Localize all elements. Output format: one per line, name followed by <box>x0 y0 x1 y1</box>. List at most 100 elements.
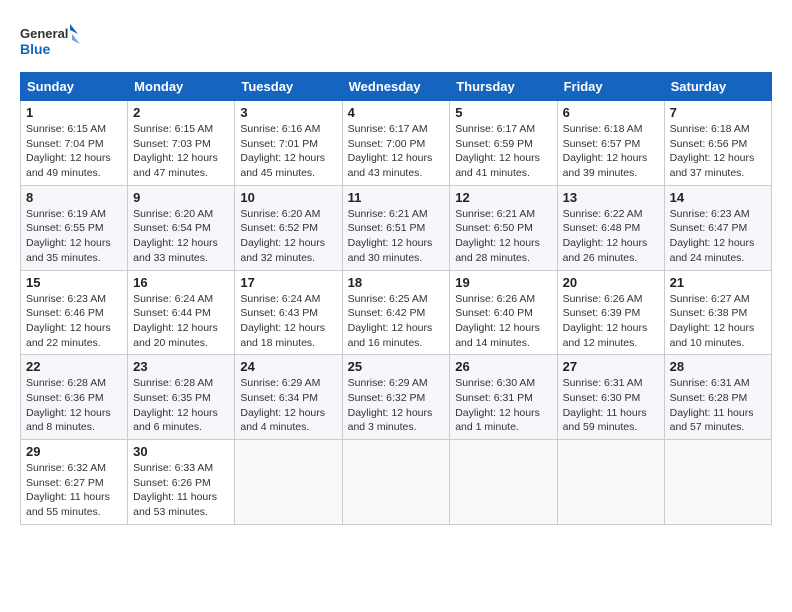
day-number: 21 <box>670 275 766 290</box>
calendar-cell: 18 Sunrise: 6:25 AMSunset: 6:42 PMDayligh… <box>342 270 450 355</box>
day-info: Sunrise: 6:17 AMSunset: 6:59 PMDaylight:… <box>455 122 551 181</box>
day-info: Sunrise: 6:27 AMSunset: 6:38 PMDaylight:… <box>670 292 766 351</box>
weekday-cell: Wednesday <box>342 73 450 101</box>
day-number: 25 <box>348 359 445 374</box>
svg-text:Blue: Blue <box>20 41 51 57</box>
weekday-cell: Friday <box>557 73 664 101</box>
day-info: Sunrise: 6:26 AMSunset: 6:40 PMDaylight:… <box>455 292 551 351</box>
calendar-cell: 5 Sunrise: 6:17 AMSunset: 6:59 PMDaylight… <box>450 101 557 186</box>
calendar-cell: 21 Sunrise: 6:27 AMSunset: 6:38 PMDayligh… <box>664 270 771 355</box>
day-number: 15 <box>26 275 122 290</box>
day-info: Sunrise: 6:19 AMSunset: 6:55 PMDaylight:… <box>26 207 122 266</box>
calendar-cell <box>557 440 664 525</box>
calendar-cell: 19 Sunrise: 6:26 AMSunset: 6:40 PMDayligh… <box>450 270 557 355</box>
weekday-header: SundayMondayTuesdayWednesdayThursdayFrid… <box>21 73 772 101</box>
calendar-cell: 17 Sunrise: 6:24 AMSunset: 6:43 PMDayligh… <box>235 270 342 355</box>
day-info: Sunrise: 6:15 AMSunset: 7:04 PMDaylight:… <box>26 122 122 181</box>
day-number: 19 <box>455 275 551 290</box>
calendar-cell: 6Sunrise: 6:18 AMSunset: 6:57 PMDaylight… <box>557 101 664 186</box>
calendar-cell: 3 Sunrise: 6:16 AMSunset: 7:01 PMDaylight… <box>235 101 342 186</box>
day-number: 20 <box>563 275 659 290</box>
day-info: Sunrise: 6:29 AMSunset: 6:34 PMDaylight:… <box>240 376 336 435</box>
day-info: Sunrise: 6:18 AMSunset: 6:56 PMDaylight:… <box>670 122 766 181</box>
calendar-week-row: 22 Sunrise: 6:28 AMSunset: 6:36 PMDayligh… <box>21 355 772 440</box>
calendar-cell <box>450 440 557 525</box>
day-number: 5 <box>455 105 551 120</box>
calendar-cell: 25 Sunrise: 6:29 AMSunset: 6:32 PMDayligh… <box>342 355 450 440</box>
day-info: Sunrise: 6:33 AMSunset: 6:26 PMDaylight:… <box>133 461 229 520</box>
calendar-cell: 30 Sunrise: 6:33 AMSunset: 6:26 PMDayligh… <box>128 440 235 525</box>
svg-text:General: General <box>20 26 68 41</box>
day-info: Sunrise: 6:21 AMSunset: 6:51 PMDaylight:… <box>348 207 445 266</box>
day-number: 26 <box>455 359 551 374</box>
logo: General Blue <box>20 20 80 64</box>
calendar-cell: 27Sunrise: 6:31 AMSunset: 6:30 PMDayligh… <box>557 355 664 440</box>
day-info: Sunrise: 6:15 AMSunset: 7:03 PMDaylight:… <box>133 122 229 181</box>
calendar-cell: 7 Sunrise: 6:18 AMSunset: 6:56 PMDaylight… <box>664 101 771 186</box>
calendar-cell: 20Sunrise: 6:26 AMSunset: 6:39 PMDayligh… <box>557 270 664 355</box>
day-info: Sunrise: 6:31 AMSunset: 6:30 PMDaylight:… <box>563 376 659 435</box>
day-info: Sunrise: 6:22 AMSunset: 6:48 PMDaylight:… <box>563 207 659 266</box>
day-info: Sunrise: 6:23 AMSunset: 6:46 PMDaylight:… <box>26 292 122 351</box>
day-number: 28 <box>670 359 766 374</box>
day-info: Sunrise: 6:17 AMSunset: 7:00 PMDaylight:… <box>348 122 445 181</box>
calendar-cell: 12 Sunrise: 6:21 AMSunset: 6:50 PMDayligh… <box>450 185 557 270</box>
calendar-cell <box>664 440 771 525</box>
day-number: 7 <box>670 105 766 120</box>
day-number: 4 <box>348 105 445 120</box>
day-number: 16 <box>133 275 229 290</box>
weekday-cell: Thursday <box>450 73 557 101</box>
day-info: Sunrise: 6:20 AMSunset: 6:52 PMDaylight:… <box>240 207 336 266</box>
calendar-week-row: 29 Sunrise: 6:32 AMSunset: 6:27 PMDayligh… <box>21 440 772 525</box>
calendar-table: SundayMondayTuesdayWednesdayThursdayFrid… <box>20 72 772 525</box>
day-number: 1 <box>26 105 122 120</box>
calendar-cell: 16 Sunrise: 6:24 AMSunset: 6:44 PMDayligh… <box>128 270 235 355</box>
day-number: 29 <box>26 444 122 459</box>
weekday-cell: Sunday <box>21 73 128 101</box>
day-number: 3 <box>240 105 336 120</box>
day-number: 10 <box>240 190 336 205</box>
calendar-cell <box>235 440 342 525</box>
calendar-cell: 23Sunrise: 6:28 AMSunset: 6:35 PMDayligh… <box>128 355 235 440</box>
weekday-cell: Tuesday <box>235 73 342 101</box>
calendar-cell: 24 Sunrise: 6:29 AMSunset: 6:34 PMDayligh… <box>235 355 342 440</box>
day-number: 8 <box>26 190 122 205</box>
calendar-cell: 26Sunrise: 6:30 AMSunset: 6:31 PMDayligh… <box>450 355 557 440</box>
calendar-week-row: 8 Sunrise: 6:19 AMSunset: 6:55 PMDaylight… <box>21 185 772 270</box>
calendar-cell <box>342 440 450 525</box>
day-info: Sunrise: 6:24 AMSunset: 6:44 PMDaylight:… <box>133 292 229 351</box>
day-number: 12 <box>455 190 551 205</box>
calendar-cell: 2 Sunrise: 6:15 AMSunset: 7:03 PMDaylight… <box>128 101 235 186</box>
day-info: Sunrise: 6:21 AMSunset: 6:50 PMDaylight:… <box>455 207 551 266</box>
day-info: Sunrise: 6:16 AMSunset: 7:01 PMDaylight:… <box>240 122 336 181</box>
logo-svg: General Blue <box>20 20 80 64</box>
day-info: Sunrise: 6:25 AMSunset: 6:42 PMDaylight:… <box>348 292 445 351</box>
day-info: Sunrise: 6:29 AMSunset: 6:32 PMDaylight:… <box>348 376 445 435</box>
calendar-cell: 13Sunrise: 6:22 AMSunset: 6:48 PMDayligh… <box>557 185 664 270</box>
day-info: Sunrise: 6:24 AMSunset: 6:43 PMDaylight:… <box>240 292 336 351</box>
day-info: Sunrise: 6:18 AMSunset: 6:57 PMDaylight:… <box>563 122 659 181</box>
day-info: Sunrise: 6:23 AMSunset: 6:47 PMDaylight:… <box>670 207 766 266</box>
day-info: Sunrise: 6:28 AMSunset: 6:36 PMDaylight:… <box>26 376 122 435</box>
weekday-cell: Monday <box>128 73 235 101</box>
calendar-cell: 1 Sunrise: 6:15 AMSunset: 7:04 PMDaylight… <box>21 101 128 186</box>
calendar-cell: 28Sunrise: 6:31 AMSunset: 6:28 PMDayligh… <box>664 355 771 440</box>
day-number: 24 <box>240 359 336 374</box>
calendar-cell: 11 Sunrise: 6:21 AMSunset: 6:51 PMDayligh… <box>342 185 450 270</box>
day-number: 9 <box>133 190 229 205</box>
day-number: 30 <box>133 444 229 459</box>
day-info: Sunrise: 6:32 AMSunset: 6:27 PMDaylight:… <box>26 461 122 520</box>
calendar-week-row: 15 Sunrise: 6:23 AMSunset: 6:46 PMDayligh… <box>21 270 772 355</box>
day-number: 11 <box>348 190 445 205</box>
day-number: 22 <box>26 359 122 374</box>
calendar-cell: 14Sunrise: 6:23 AMSunset: 6:47 PMDayligh… <box>664 185 771 270</box>
calendar-cell: 9 Sunrise: 6:20 AMSunset: 6:54 PMDaylight… <box>128 185 235 270</box>
day-number: 2 <box>133 105 229 120</box>
calendar-week-row: 1 Sunrise: 6:15 AMSunset: 7:04 PMDaylight… <box>21 101 772 186</box>
day-number: 17 <box>240 275 336 290</box>
day-info: Sunrise: 6:20 AMSunset: 6:54 PMDaylight:… <box>133 207 229 266</box>
calendar-cell: 10 Sunrise: 6:20 AMSunset: 6:52 PMDayligh… <box>235 185 342 270</box>
day-number: 18 <box>348 275 445 290</box>
calendar-cell: 4 Sunrise: 6:17 AMSunset: 7:00 PMDaylight… <box>342 101 450 186</box>
calendar-cell: 29 Sunrise: 6:32 AMSunset: 6:27 PMDayligh… <box>21 440 128 525</box>
